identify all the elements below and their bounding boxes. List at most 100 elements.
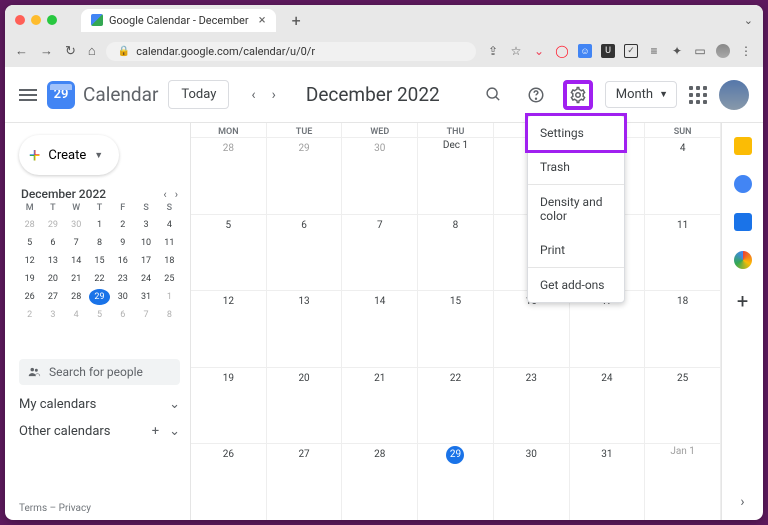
next-period-button[interactable]: ›: [266, 83, 282, 107]
pocket-icon[interactable]: ⌄: [532, 44, 546, 58]
minical-day[interactable]: 5: [89, 307, 110, 323]
minical-day[interactable]: 31: [135, 289, 156, 305]
day-cell[interactable]: 22: [418, 368, 494, 444]
minical-day[interactable]: 6: [112, 307, 133, 323]
minical-day[interactable]: 15: [89, 253, 110, 269]
keep-icon[interactable]: [734, 137, 752, 155]
day-cell[interactable]: 28: [342, 444, 418, 520]
maximize-window[interactable]: [47, 15, 57, 25]
minical-day[interactable]: 17: [135, 253, 156, 269]
day-cell[interactable]: 21: [342, 368, 418, 444]
day-cell[interactable]: 30: [342, 138, 418, 214]
minical-day[interactable]: 30: [112, 289, 133, 305]
day-cell[interactable]: 18: [645, 291, 721, 367]
minical-day[interactable]: 7: [135, 307, 156, 323]
day-cell[interactable]: 29: [267, 138, 343, 214]
browser-tab[interactable]: Google Calendar - December ×: [81, 9, 276, 32]
opera-icon[interactable]: ◯: [555, 44, 569, 58]
minical-day[interactable]: 19: [19, 271, 40, 287]
minical-day[interactable]: 13: [42, 253, 63, 269]
footer-links[interactable]: Terms – Privacy: [19, 503, 180, 514]
day-cell[interactable]: 11: [645, 215, 721, 291]
minical-day[interactable]: 25: [159, 271, 180, 287]
search-people-input[interactable]: Search for people: [19, 359, 180, 385]
minical-day[interactable]: 22: [89, 271, 110, 287]
day-cell[interactable]: 27: [267, 444, 343, 520]
minical-day[interactable]: 7: [66, 235, 87, 251]
other-calendars-toggle[interactable]: Other calendars + ⌄: [19, 424, 180, 439]
minical-day[interactable]: 9: [112, 235, 133, 251]
day-cell[interactable]: Jan 1: [645, 444, 721, 520]
view-selector[interactable]: Month ▼: [605, 81, 677, 108]
minical-day[interactable]: 28: [19, 217, 40, 233]
minical-day[interactable]: 18: [159, 253, 180, 269]
minical-day[interactable]: 14: [66, 253, 87, 269]
add-panel-icon[interactable]: +: [737, 289, 748, 313]
ext-icon-3[interactable]: ✓: [624, 44, 638, 58]
prev-period-button[interactable]: ‹: [245, 83, 261, 107]
menu-item-print[interactable]: Print: [528, 233, 624, 267]
day-cell[interactable]: 14: [342, 291, 418, 367]
minical-day[interactable]: 3: [42, 307, 63, 323]
contacts-icon[interactable]: [734, 213, 752, 231]
minical-prev[interactable]: ‹: [163, 188, 166, 201]
minical-day[interactable]: 10: [135, 235, 156, 251]
menu-item-addons[interactable]: Get add-ons: [528, 268, 624, 302]
google-apps-icon[interactable]: [689, 86, 707, 104]
address-bar[interactable]: 🔒 calendar.google.com/calendar/u/0/r: [106, 42, 476, 61]
browser-menu-icon[interactable]: ⋮: [739, 44, 753, 58]
search-button[interactable]: [479, 80, 509, 110]
menu-item-settings[interactable]: Settings: [525, 113, 627, 153]
minical-day[interactable]: 26: [19, 289, 40, 305]
ext-icon-4[interactable]: ≡: [647, 44, 661, 58]
menu-item-density[interactable]: Density and color: [528, 185, 624, 233]
ext-icon-2[interactable]: U: [601, 44, 615, 58]
minical-day[interactable]: 2: [112, 217, 133, 233]
minical-day[interactable]: 4: [159, 217, 180, 233]
minical-day[interactable]: 3: [135, 217, 156, 233]
day-cell[interactable]: 7: [342, 215, 418, 291]
minical-day[interactable]: 2: [19, 307, 40, 323]
ext-icon-1[interactable]: ☺: [578, 44, 592, 58]
minical-day[interactable]: 11: [159, 235, 180, 251]
day-cell[interactable]: 19: [191, 368, 267, 444]
minical-day[interactable]: 28: [66, 289, 87, 305]
day-cell[interactable]: 20: [267, 368, 343, 444]
minical-day[interactable]: 1: [159, 289, 180, 305]
day-cell[interactable]: 28: [191, 138, 267, 214]
minical-day[interactable]: 21: [66, 271, 87, 287]
day-cell[interactable]: Dec 1: [418, 138, 494, 214]
forward-button[interactable]: →: [40, 43, 53, 59]
minical-day[interactable]: 29: [42, 217, 63, 233]
minical-day[interactable]: 23: [112, 271, 133, 287]
new-tab-button[interactable]: +: [292, 11, 301, 30]
minical-day[interactable]: 1: [89, 217, 110, 233]
day-cell[interactable]: 13: [267, 291, 343, 367]
day-cell[interactable]: 23: [494, 368, 570, 444]
minical-day[interactable]: 29: [89, 289, 110, 305]
minical-day[interactable]: 24: [135, 271, 156, 287]
day-cell[interactable]: 12: [191, 291, 267, 367]
settings-button[interactable]: [563, 80, 593, 110]
day-cell[interactable]: 15: [418, 291, 494, 367]
menu-item-trash[interactable]: Trash: [528, 150, 624, 184]
minical-day[interactable]: 16: [112, 253, 133, 269]
reload-button[interactable]: ↻: [65, 44, 76, 59]
profile-avatar[interactable]: [716, 44, 730, 58]
close-window[interactable]: [15, 15, 25, 25]
tasks-icon[interactable]: [734, 175, 752, 193]
add-calendar-icon[interactable]: +: [152, 424, 159, 439]
extensions-icon[interactable]: ✦: [670, 44, 684, 58]
minical-day[interactable]: 20: [42, 271, 63, 287]
minical-day[interactable]: 30: [66, 217, 87, 233]
minical-day[interactable]: 27: [42, 289, 63, 305]
day-cell[interactable]: 8: [418, 215, 494, 291]
main-menu-icon[interactable]: [19, 89, 37, 101]
day-cell[interactable]: 5: [191, 215, 267, 291]
minical-day[interactable]: 6: [42, 235, 63, 251]
day-cell[interactable]: 6: [267, 215, 343, 291]
create-button[interactable]: + Create ▼: [19, 135, 119, 175]
help-button[interactable]: [521, 80, 551, 110]
day-cell[interactable]: 24: [570, 368, 646, 444]
close-tab-icon[interactable]: ×: [259, 13, 266, 28]
